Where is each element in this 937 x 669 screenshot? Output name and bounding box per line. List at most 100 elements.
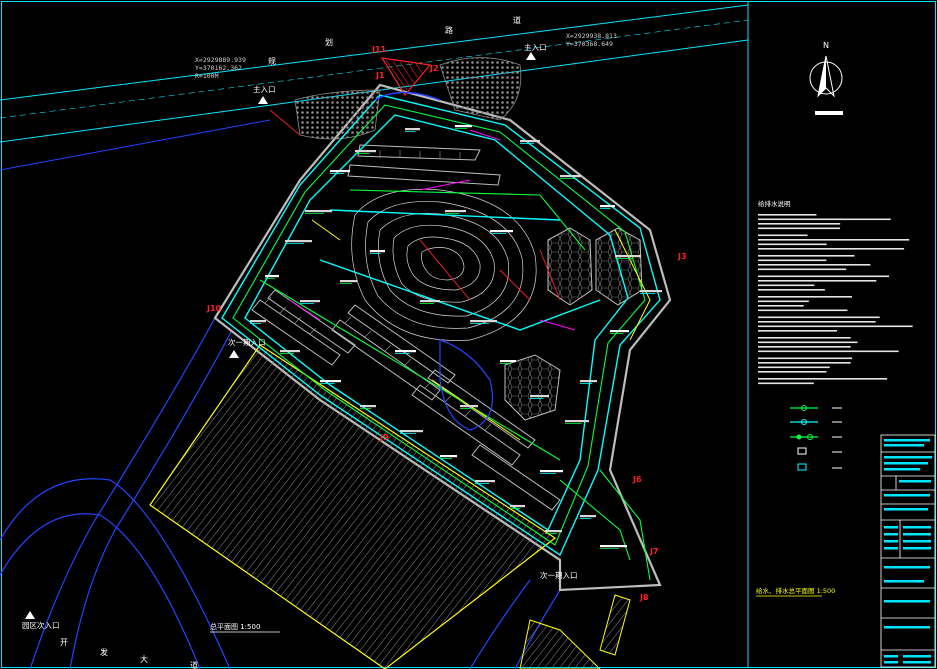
pipe-annotation-tag — [440, 455, 457, 459]
hex-pavilion-lower — [504, 354, 561, 421]
pipe-annotation-tag — [460, 405, 478, 409]
main-entrance-left-label: 主入口 — [253, 84, 276, 94]
pipe-annotation-tag — [580, 515, 596, 519]
note-text-line — [758, 378, 888, 380]
pipe-annotation-tag — [580, 380, 597, 384]
pipe-annotation-tag — [405, 128, 420, 132]
title-block-text-bar — [884, 580, 924, 583]
note-text-line — [758, 305, 804, 307]
note-text-line — [758, 234, 808, 237]
note-text-line — [758, 280, 877, 282]
road-bottom-char-4: 道 — [190, 660, 198, 669]
road-name-bottom: 开 发 大 道 — [60, 638, 198, 669]
pipe-annotation-tag — [520, 140, 540, 144]
entry-plaza-triangle — [380, 57, 432, 97]
road-top-char-4: 道 — [513, 15, 521, 25]
dotted-area-left — [294, 89, 381, 140]
node-j10: J10 — [206, 304, 222, 313]
node-j1: J1 — [375, 71, 385, 80]
title-block-text-bar — [884, 456, 932, 459]
title-block-text-bar — [884, 533, 898, 536]
bottom-left-entrance-label: 园区次入口 — [22, 620, 60, 630]
road-top-char-2: 划 — [325, 37, 333, 47]
note-text-line — [758, 248, 905, 250]
legend — [790, 405, 842, 471]
hatched-zone — [149, 344, 557, 669]
pipe-annotation-tag — [330, 170, 350, 174]
pipe-annotation-tag — [560, 175, 581, 179]
node-j2: J2 — [429, 64, 439, 73]
title-block-text-bar — [884, 462, 928, 465]
title-block-text-bar — [884, 566, 930, 569]
title-block-text-bar — [884, 540, 898, 543]
node-j6: J6 — [632, 475, 642, 484]
title-block-text-bar — [903, 547, 931, 550]
node-j9: J9 — [379, 433, 389, 442]
north-arrow: N — [809, 41, 843, 115]
title-block-text-bar — [899, 480, 931, 483]
pond-outline — [439, 339, 494, 431]
title-block-text-bar — [884, 508, 928, 511]
pipe-annotation-tag — [285, 240, 312, 244]
title-block-text-bar — [884, 526, 898, 529]
title-block-text-bar — [884, 439, 930, 442]
note-text-line — [758, 223, 841, 225]
secondary-entrance-bottom-label: 次一期入口 — [540, 570, 578, 580]
pipe-annotation-tag — [540, 470, 563, 474]
note-text-line — [758, 284, 815, 287]
note-text-line — [758, 227, 841, 230]
note-text-line — [758, 239, 910, 241]
title-block-text-bar — [903, 540, 931, 543]
plan-title: 给水、排水总平面图 1:500 — [756, 586, 835, 595]
note-text-line — [758, 296, 853, 298]
road-bottom-char-2: 发 — [100, 647, 108, 657]
coord-right-x: X=2929938.813 — [566, 32, 617, 40]
road-bottom-char-3: 大 — [140, 654, 148, 664]
road-top-char-1: 规 — [268, 56, 276, 66]
main-entrance-top-label: 主入口 — [524, 42, 547, 52]
note-text-line — [758, 316, 880, 319]
note-text-line — [758, 268, 847, 271]
notes-title: 给排水说明 — [758, 199, 791, 208]
title-block-text-bar — [884, 444, 924, 447]
note-text-line — [758, 325, 913, 328]
coord-left-r: R=100M — [195, 72, 219, 80]
note-text-line — [758, 214, 817, 216]
note-text-line — [758, 362, 851, 364]
pipe-annotation-tag — [305, 210, 332, 214]
note-text-line — [758, 300, 809, 303]
pipe-annotation-tag — [445, 210, 466, 214]
pipe-annotation-tag — [360, 405, 376, 409]
note-text-line — [758, 218, 891, 221]
title-block-text-bar — [884, 600, 930, 603]
pipe-annotation-tag — [300, 300, 320, 304]
north-label: N — [823, 41, 829, 50]
title-block-text-bar — [884, 494, 930, 497]
note-text-line — [758, 350, 899, 353]
pipe-annotation-tag — [455, 125, 472, 129]
title-block-text-bar — [903, 661, 931, 664]
pipe-annotation-tag — [420, 300, 440, 304]
title-block-text-bars — [884, 439, 932, 664]
coord-right-y: Y=370368.649 — [566, 40, 613, 48]
note-text-line — [758, 264, 871, 266]
note-text-line — [758, 321, 876, 323]
title-block-text-bar — [884, 468, 920, 471]
note-text-line — [758, 366, 830, 369]
pipe-annotation-tag — [320, 380, 341, 384]
note-text-line — [758, 357, 853, 360]
pipe-annotation-tag — [610, 330, 629, 334]
title-block-text-bar — [903, 526, 931, 529]
note-text-line — [758, 330, 837, 332]
node-j11: J11 — [371, 45, 387, 54]
dotted-area-right — [439, 57, 522, 121]
pipe-annotation-tag — [400, 430, 423, 434]
note-text-line — [758, 382, 814, 385]
road-top-char-3: 路 — [445, 25, 453, 35]
note-text-line — [758, 275, 890, 278]
red-lines — [269, 109, 561, 301]
pipe-annotation-tag — [565, 420, 589, 424]
parcel-strip — [599, 594, 631, 656]
title-block-text-bar — [903, 655, 931, 658]
note-text-line — [758, 341, 858, 344]
